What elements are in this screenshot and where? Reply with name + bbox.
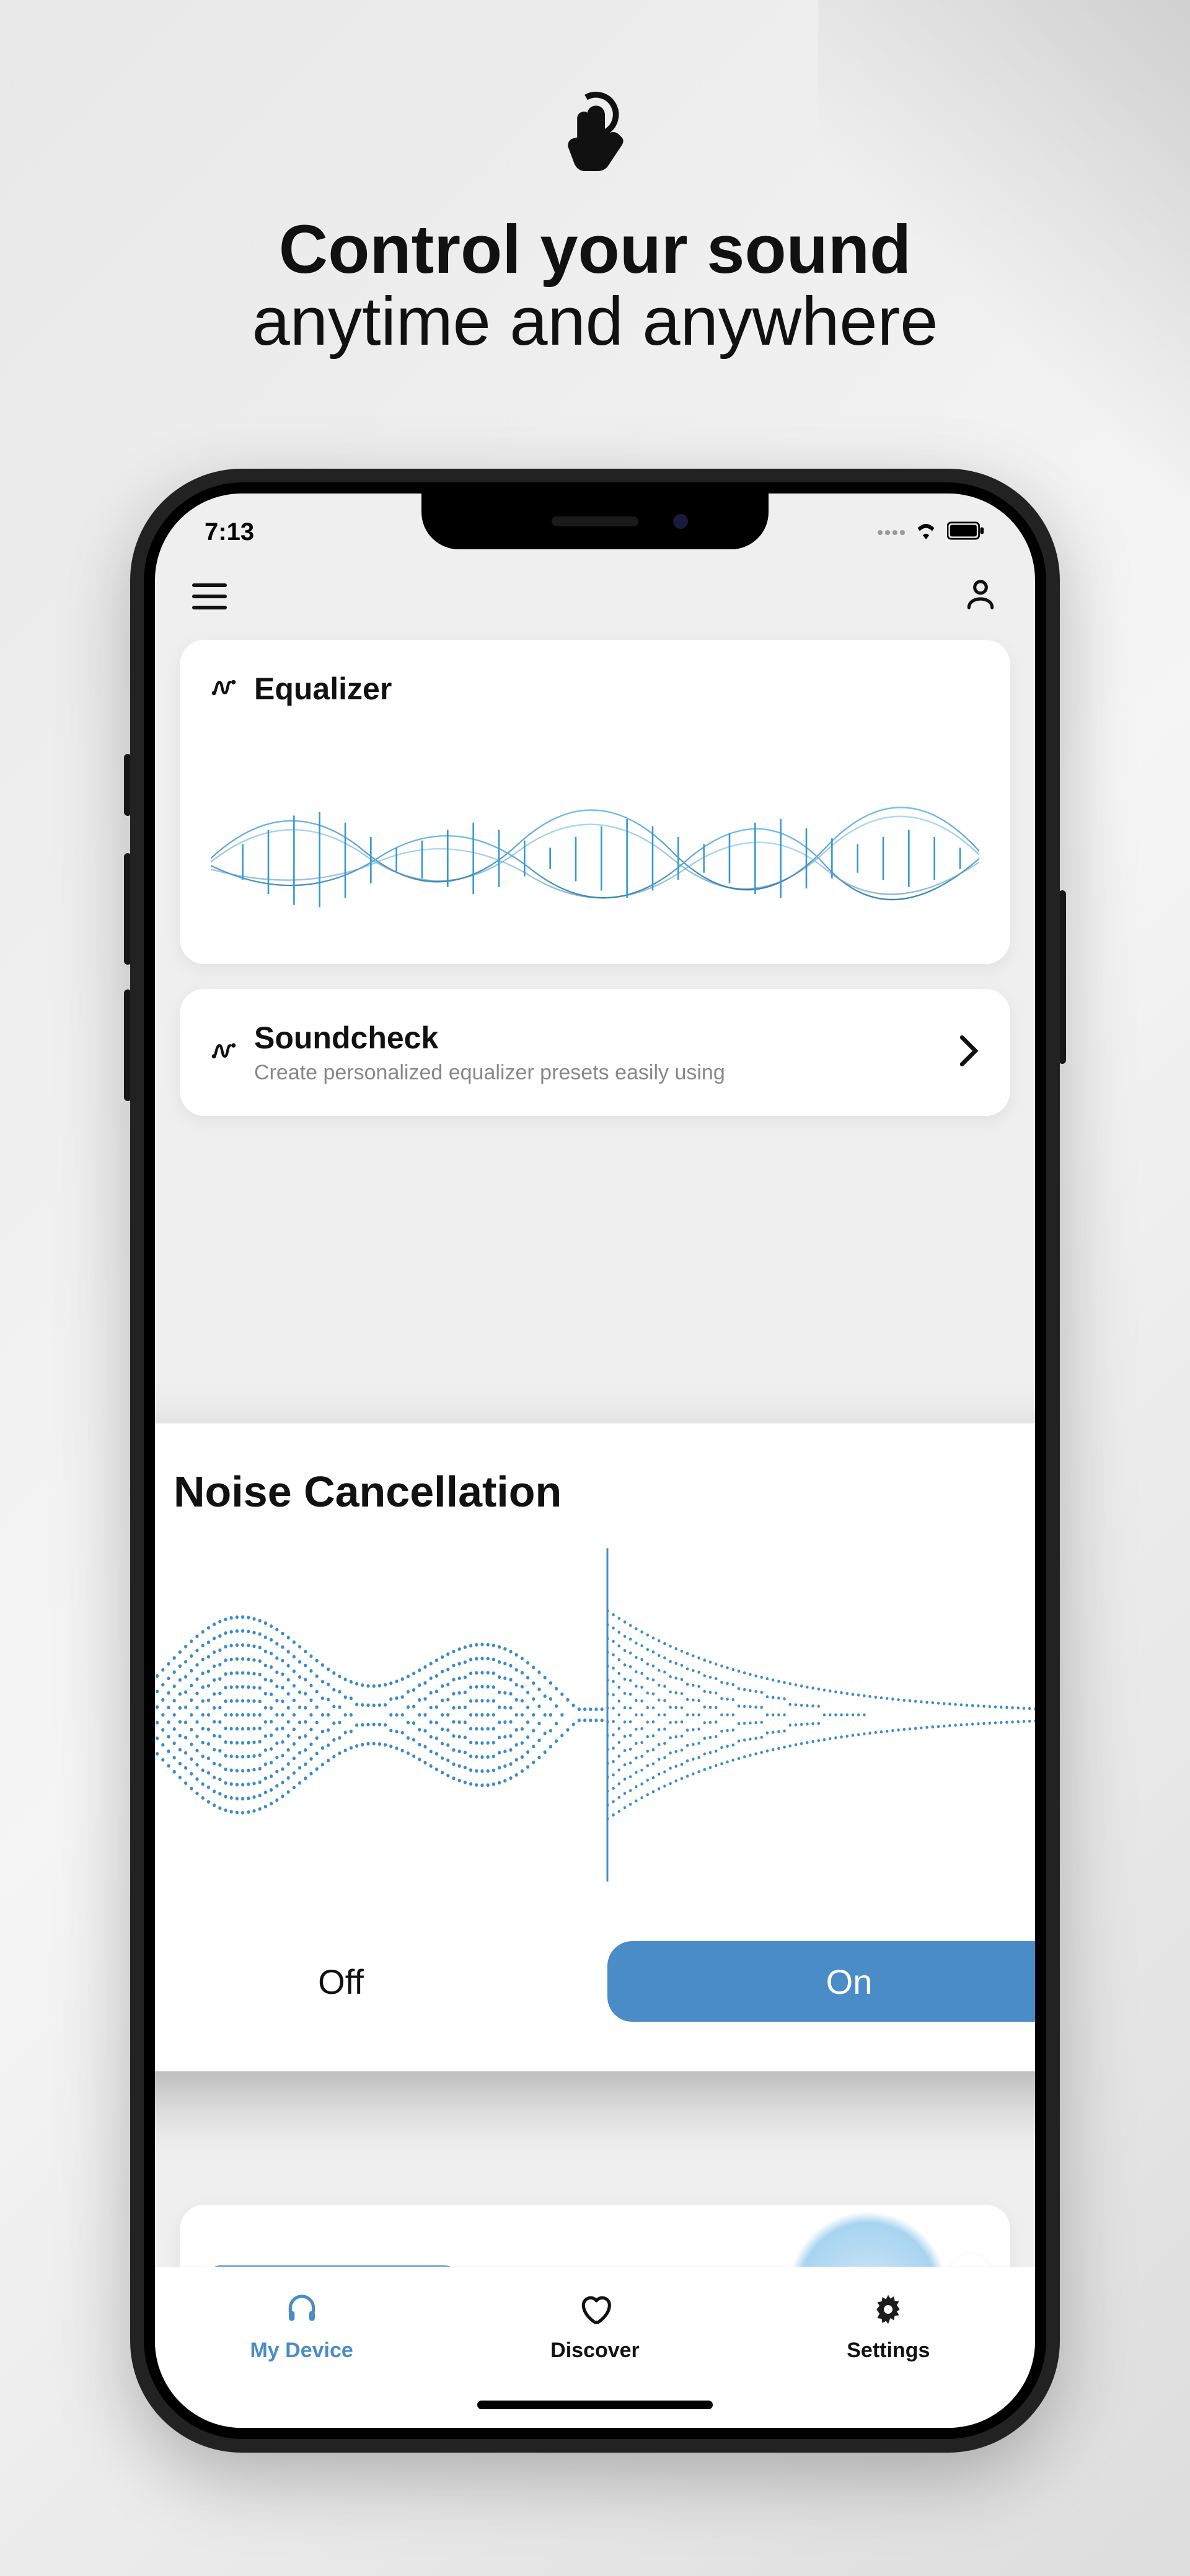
soundcheck-card[interactable]: Soundcheck Create personalized equalizer…: [180, 989, 1010, 1116]
profile-button[interactable]: [963, 577, 998, 615]
chevron-right-icon: [958, 1034, 979, 1071]
touch-icon: [545, 87, 645, 189]
equalizer-wave-graphic: [211, 744, 979, 930]
tab-settings[interactable]: Settings: [808, 2292, 969, 2363]
tab-label: Settings: [847, 2339, 930, 2363]
headphones-icon: [284, 2292, 319, 2330]
status-time: 7:13: [205, 518, 254, 546]
noise-cancel-wave-graphic: [155, 1541, 1035, 1888]
soundcheck-icon: [211, 1038, 237, 1067]
hero-section: Control your sound anytime and anywhere: [0, 0, 1190, 357]
home-indicator[interactable]: [477, 2401, 713, 2409]
soundcheck-subtitle: Create personalized equalizer presets ea…: [254, 1061, 941, 1085]
noise-cancellation-panel: Noise Cancellation Off On: [155, 1423, 1035, 2071]
gear-icon: [871, 2292, 906, 2330]
noise-cancel-toggle: Off On: [155, 1941, 1035, 2022]
noise-cancel-on-button[interactable]: On: [607, 1941, 1035, 2022]
tab-discover[interactable]: Discover: [514, 2292, 676, 2363]
noise-cancel-off-button[interactable]: Off: [155, 1941, 583, 2022]
noise-cancel-title: Noise Cancellation: [174, 1467, 562, 1516]
wifi-icon: [914, 518, 938, 546]
tab-bar: My Device Discover Settings: [155, 2267, 1035, 2428]
tab-label: Discover: [550, 2339, 640, 2363]
equalizer-title: Equalizer: [254, 671, 392, 707]
phone-frame: 7:13: [130, 469, 1060, 2453]
hero-title-light: anytime and anywhere: [0, 286, 1190, 358]
equalizer-card[interactable]: Equalizer: [180, 640, 1010, 964]
hero-title-bold: Control your sound: [0, 214, 1190, 286]
notch: [421, 494, 769, 549]
soundcheck-title: Soundcheck: [254, 1020, 941, 1056]
tab-label: My Device: [250, 2339, 353, 2363]
tab-my-device[interactable]: My Device: [221, 2292, 382, 2363]
battery-icon: [947, 518, 985, 546]
menu-button[interactable]: [192, 583, 227, 609]
phone-screen: 7:13: [155, 494, 1035, 2428]
heart-icon: [578, 2292, 612, 2330]
signal-dots-icon: [878, 530, 905, 535]
equalizer-icon: [211, 675, 237, 704]
